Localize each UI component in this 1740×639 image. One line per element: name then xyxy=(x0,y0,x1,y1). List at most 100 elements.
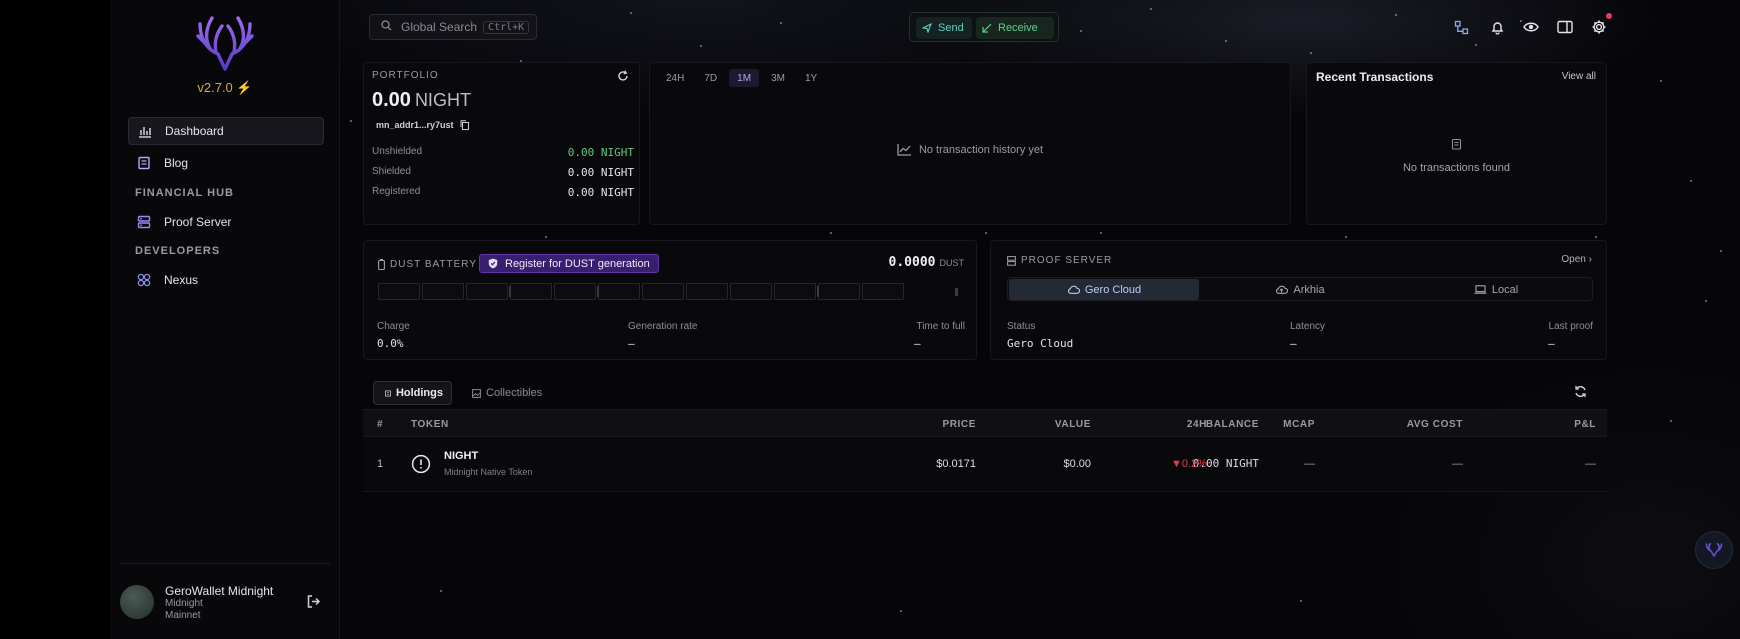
range-tab-7d[interactable]: 7D xyxy=(696,69,725,87)
tab-label: Collectibles xyxy=(486,387,543,399)
tab-collectibles[interactable]: Collectibles xyxy=(461,381,550,405)
balance-value: 0.00 NIGHT xyxy=(567,146,634,159)
chart-bars-icon xyxy=(138,124,152,138)
portfolio-unit: NIGHT xyxy=(414,90,471,110)
column-header-avg-cost[interactable]: AVG COST xyxy=(1353,419,1463,430)
dust-value: 0.0000 xyxy=(888,255,936,270)
send-label: Send xyxy=(938,22,964,34)
tab-label: Holdings xyxy=(395,387,443,399)
table-row[interactable]: 1 NIGHT Midnight Native Token 0.00 NIGHT… xyxy=(363,437,1607,492)
portfolio-heading: PORTFOLIO xyxy=(372,70,439,81)
bolt-icon: ⚡ xyxy=(236,80,253,95)
balance-row-shielded: Shielded 0.00 NIGHT xyxy=(372,166,634,179)
receipt-icon xyxy=(1307,138,1606,150)
sidebar-item-blog[interactable]: Blog xyxy=(128,149,324,177)
logout-icon[interactable] xyxy=(306,594,321,612)
app-version: v2.7.0 ⚡ xyxy=(197,80,253,95)
antler-logo-icon[interactable] xyxy=(194,14,256,72)
range-tab-3m[interactable]: 3M xyxy=(763,69,793,87)
receive-button[interactable]: Receive xyxy=(976,17,1054,39)
token-subtitle: Midnight Native Token xyxy=(444,467,533,477)
range-tab-1m[interactable]: 1M xyxy=(729,69,760,87)
register-dust-label: Register for DUST generation xyxy=(505,257,650,270)
balance-value: 0.00 NIGHT xyxy=(567,186,634,199)
tab-label: Gero Cloud xyxy=(1084,283,1142,296)
recent-empty-text: No transactions found xyxy=(1402,162,1510,174)
proof-server-open-link[interactable]: Open › xyxy=(1561,254,1592,265)
tab-local[interactable]: Local xyxy=(1400,279,1592,300)
proof-server-tabs: Gero Cloud Arkhia Local xyxy=(1007,277,1593,301)
section-financial-hub: FINANCIAL HUB xyxy=(135,187,234,199)
stat-label-last-proof: Last proof xyxy=(1548,321,1593,332)
history-chart-card: 24H 7D 1M 3M 1Y No transaction history y… xyxy=(649,62,1291,225)
wallet-address[interactable]: mn_addr1...ry7ust xyxy=(376,120,470,132)
tab-gero-cloud[interactable]: Gero Cloud xyxy=(1009,279,1199,300)
view-all-link[interactable]: View all xyxy=(1562,71,1596,82)
refresh-icon[interactable] xyxy=(617,70,629,85)
battery-cell xyxy=(554,283,596,300)
assistant-fab-button[interactable] xyxy=(1695,531,1733,569)
proof-server-heading: PROOF SERVER xyxy=(1007,255,1112,266)
battery-cell xyxy=(642,283,684,300)
column-header-pnl[interactable]: P&L xyxy=(1513,419,1596,430)
column-header-mcap[interactable]: MCAP xyxy=(1233,419,1315,430)
range-tab-1y[interactable]: 1Y xyxy=(797,69,825,87)
portfolio-card: PORTFOLIO 0.00 NIGHT mn_addr1...ry7ust Un… xyxy=(363,62,640,225)
range-tabs: 24H 7D 1M 3M 1Y xyxy=(658,69,829,87)
stat-value-last-proof: — xyxy=(1548,337,1555,350)
avatar[interactable] xyxy=(120,585,154,619)
laptop-icon xyxy=(1474,285,1487,294)
server-icon xyxy=(1007,255,1016,266)
column-header-price[interactable]: PRICE xyxy=(902,419,976,430)
copy-icon[interactable] xyxy=(460,120,470,132)
sidebar-divider xyxy=(120,563,330,564)
send-receive-group: Send Receive xyxy=(909,12,1059,42)
bell-icon[interactable] xyxy=(1488,18,1506,36)
line-chart-icon xyxy=(897,144,911,156)
sidebar: v2.7.0 ⚡ Dashboard Blog FINANCIAL HUB Pr… xyxy=(110,0,340,639)
battery-cell xyxy=(774,283,816,300)
sidebar-item-nexus[interactable]: Nexus xyxy=(128,266,324,294)
recent-transactions-card: Recent Transactions View all No transact… xyxy=(1306,62,1607,225)
antler-mini-icon xyxy=(1705,543,1723,557)
user-name: GeroWallet Midnight xyxy=(165,584,274,598)
column-header-value[interactable]: VALUE xyxy=(1003,419,1091,430)
image-icon xyxy=(472,388,481,398)
left-margin xyxy=(0,0,110,639)
battery-cell-marker xyxy=(509,286,511,297)
balance-row-registered: Registered 0.00 NIGHT xyxy=(372,186,634,199)
network-icon[interactable] xyxy=(1452,18,1470,36)
battery-cell xyxy=(862,283,904,300)
battery-cell xyxy=(598,283,640,300)
send-icon xyxy=(922,23,932,33)
search-input[interactable]: Global Search Ctrl+K xyxy=(369,14,537,40)
gear-icon[interactable] xyxy=(1590,18,1608,36)
battery-cell-marker xyxy=(817,286,819,297)
register-dust-button[interactable]: Register for DUST generation xyxy=(479,254,659,273)
user-environment: Mainnet xyxy=(165,610,201,621)
refresh-holdings-icon[interactable] xyxy=(1574,385,1587,401)
stat-value-time-to-full: — xyxy=(914,337,921,350)
panel-toggle-icon[interactable] xyxy=(1556,18,1574,36)
column-header-24h[interactable]: 24H xyxy=(1123,419,1207,430)
tab-holdings[interactable]: Holdings xyxy=(373,381,452,405)
dust-unit: DUST xyxy=(939,258,965,268)
stat-value-charge: 0.0% xyxy=(377,337,404,350)
range-tab-24h[interactable]: 24H xyxy=(658,69,692,87)
chevron-right-icon: › xyxy=(1588,254,1592,265)
section-developers: DEVELOPERS xyxy=(135,245,221,257)
dust-balance: 0.0000 DUST xyxy=(889,255,964,270)
night-token-icon xyxy=(411,454,431,477)
receive-icon xyxy=(982,23,992,33)
sidebar-item-label: Dashboard xyxy=(165,124,224,138)
send-button[interactable]: Send xyxy=(916,17,972,39)
tab-arkhia[interactable]: Arkhia xyxy=(1204,279,1396,300)
sidebar-item-dashboard[interactable]: Dashboard xyxy=(128,117,324,145)
sidebar-item-label: Proof Server xyxy=(164,215,232,229)
column-header-token[interactable]: TOKEN xyxy=(411,419,449,430)
battery-cell xyxy=(730,283,772,300)
eye-icon[interactable] xyxy=(1522,18,1540,36)
dust-battery-gauge xyxy=(378,283,964,300)
dust-battery-card: DUST BATTERY Register for DUST generatio… xyxy=(363,240,977,360)
sidebar-item-proof-server[interactable]: Proof Server xyxy=(128,208,324,236)
